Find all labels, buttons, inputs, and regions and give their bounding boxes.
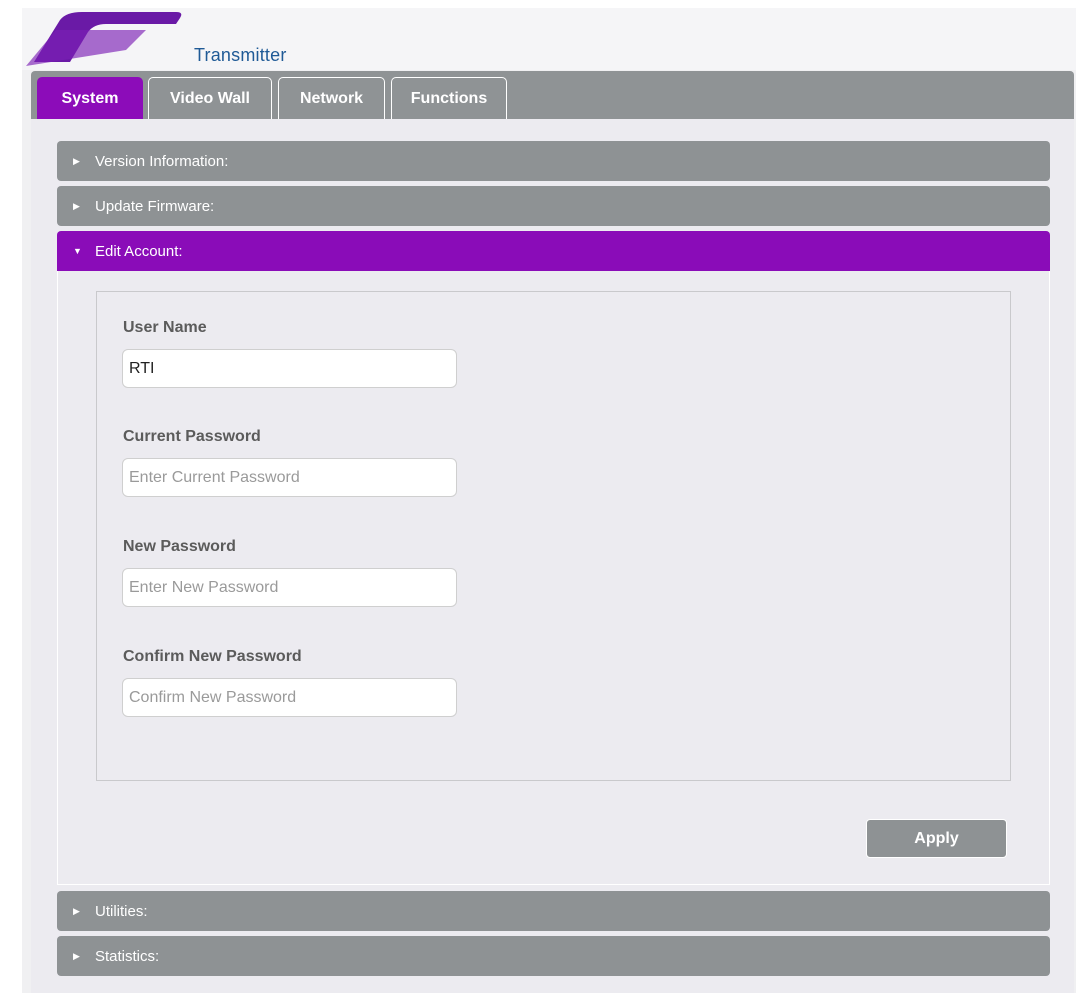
tab-video-wall[interactable]: Video Wall [148, 77, 272, 119]
current-password-input[interactable] [122, 458, 457, 497]
tab-network[interactable]: Network [278, 77, 385, 119]
section-version-information[interactable]: ▶ Version Information: [57, 141, 1050, 181]
section-title: Utilities: [95, 902, 148, 920]
new-password-label: New Password [123, 538, 236, 555]
tab-system[interactable]: System [37, 77, 143, 119]
section-title: Statistics: [95, 947, 160, 965]
caret-right-icon: ▶ [73, 905, 80, 916]
user-name-label: User Name [123, 319, 207, 336]
new-password-input[interactable] [122, 568, 457, 607]
current-password-label: Current Password [123, 428, 261, 445]
caret-right-icon: ▶ [73, 950, 80, 961]
caret-right-icon: ▶ [73, 155, 80, 166]
user-name-input[interactable] [122, 349, 457, 388]
tab-bar: System Video Wall Network Functions [31, 71, 1074, 119]
section-statistics[interactable]: ▶ Statistics: [57, 936, 1050, 976]
tab-functions[interactable]: Functions [391, 77, 507, 119]
section-title: Update Firmware: [95, 197, 215, 215]
apply-button[interactable]: Apply [866, 819, 1007, 858]
section-update-firmware[interactable]: ▶ Update Firmware: [57, 186, 1050, 226]
confirm-password-label: Confirm New Password [123, 648, 302, 665]
section-utilities[interactable]: ▶ Utilities: [57, 891, 1050, 931]
rti-logo: RTI [26, 12, 182, 66]
app-title: Transmitter [194, 45, 287, 65]
section-title: Edit Account: [95, 242, 183, 260]
section-title: Version Information: [95, 152, 229, 170]
caret-down-icon: ▼ [73, 245, 82, 256]
confirm-password-input[interactable] [122, 678, 457, 717]
section-edit-account[interactable]: ▼ Edit Account: [57, 231, 1050, 271]
caret-right-icon: ▶ [73, 200, 80, 211]
